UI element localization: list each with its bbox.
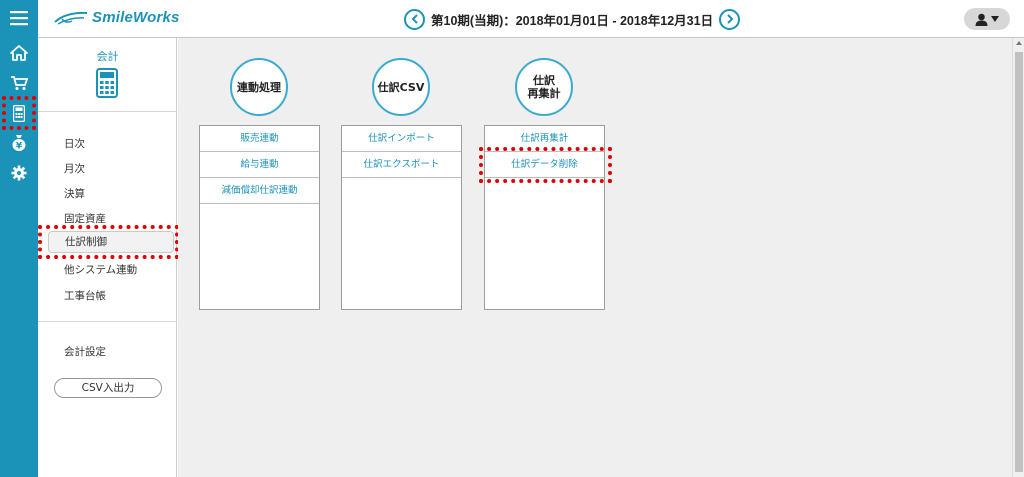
cart-icon[interactable] <box>0 70 38 96</box>
column-title: 連動処理 <box>237 80 281 94</box>
calculator-icon <box>96 68 118 102</box>
menu-item-journal-import[interactable]: 仕訳インポート <box>342 126 461 152</box>
nav-divider <box>38 111 177 112</box>
main-content: 連動処理 販売連動 給与連動 減価償却仕訳連動 仕訳CSV 仕訳インポート 仕訳… <box>178 38 1012 477</box>
column-menu-box: 販売連動 給与連動 減価償却仕訳連動 <box>199 125 320 310</box>
gear-icon[interactable] <box>0 160 38 186</box>
period-selector: 第10期(当期)：2018年01月01日 - 2018年12月31日 <box>404 8 741 30</box>
chevron-right-icon <box>726 14 733 24</box>
scrollbar-thumb[interactable] <box>1015 52 1023 472</box>
column-title-line2: 再集計 <box>527 87 561 100</box>
home-icon[interactable] <box>0 40 38 66</box>
column-title-circle: 連動処理 <box>230 58 288 116</box>
caret-down-icon <box>991 16 999 22</box>
column-title: 仕訳CSV <box>377 80 425 94</box>
yen-bag-icon[interactable]: ¥ <box>0 130 38 156</box>
icon-rail: ¥ <box>0 0 38 477</box>
nav-item-accounting-settings[interactable]: 会計設定 <box>64 344 106 359</box>
menu-item-journal-export[interactable]: 仕訳エクスポート <box>342 152 461 178</box>
nav-item-daily[interactable]: 日次 <box>64 136 85 151</box>
logo-text: SmileWorks <box>92 9 180 26</box>
csv-io-button[interactable]: CSV入出力 <box>54 378 162 398</box>
nav-divider <box>38 321 177 322</box>
menu-item-payroll-link[interactable]: 給与連動 <box>200 152 319 178</box>
vertical-scrollbar[interactable] <box>1012 38 1024 477</box>
app-logo[interactable]: SmileWorks <box>54 9 180 26</box>
nav-item-fixed-assets[interactable]: 固定資産 <box>64 211 106 226</box>
nav-item-construction-ledger[interactable]: 工事台帳 <box>64 288 106 303</box>
column-title-circle: 仕訳 再集計 <box>515 58 573 116</box>
highlight-box-journal-data-delete <box>479 147 612 183</box>
column-menu-box: 仕訳インポート 仕訳エクスポート <box>341 125 462 310</box>
menu-item-sales-link[interactable]: 販売連動 <box>200 126 319 152</box>
nav-item-closing[interactable]: 決算 <box>64 186 85 201</box>
scroll-up-arrow-icon[interactable] <box>1016 41 1022 45</box>
nav-item-other-system-link[interactable]: 他システム連動 <box>64 262 137 277</box>
user-icon <box>975 13 988 26</box>
nav-item-monthly[interactable]: 月次 <box>64 161 85 176</box>
highlight-box-journal-control <box>38 225 179 259</box>
column-title-circle: 仕訳CSV <box>372 58 430 116</box>
prev-period-button[interactable] <box>404 8 425 30</box>
user-menu-button[interactable] <box>964 8 1010 30</box>
chevron-left-icon <box>411 14 418 24</box>
column-title-line1: 仕訳 <box>533 74 555 87</box>
next-period-button[interactable] <box>719 8 741 30</box>
highlight-box-calculator <box>2 96 36 130</box>
smileworks-logo-icon <box>54 11 88 25</box>
nav-title: 会計 <box>96 50 119 63</box>
menu-item-depreciation-link[interactable]: 減価償却仕訳連動 <box>200 178 319 204</box>
hamburger-menu-icon[interactable] <box>0 5 38 31</box>
accounting-nav: 会計 日次 月次 決算 固定資産 仕訳制御 他システム連動 工事台帳 会計設定 … <box>38 38 179 477</box>
svg-text:¥: ¥ <box>16 142 23 152</box>
period-label: 第10期(当期)：2018年01月01日 - 2018年12月31日 <box>431 13 714 28</box>
top-header: SmileWorks 第10期(当期)：2018年01月01日 - 2018年1… <box>38 0 1024 38</box>
